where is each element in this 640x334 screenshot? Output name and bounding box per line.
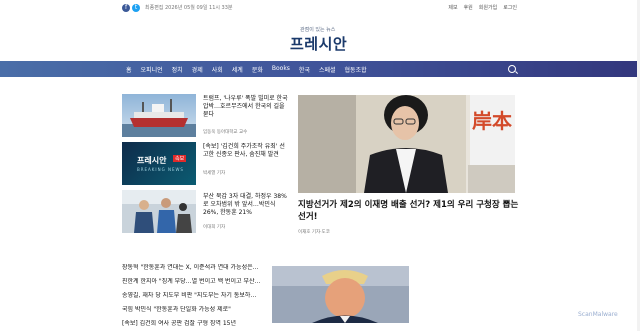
article-title[interactable]: [속보] '김건희 주가조작 유죄' 선고한 신종오 판사, 숨진채 발견 bbox=[203, 143, 288, 159]
nav-society[interactable]: 사회 bbox=[212, 65, 223, 74]
breaking-badge: 속보 bbox=[173, 155, 187, 162]
main-nav: 홈 오피니언 정치 경제 사회 세계 문화 Books 한국 스페셜 협동조합 bbox=[0, 61, 640, 77]
nav-books[interactable]: Books bbox=[272, 65, 290, 74]
list-item[interactable]: 장동혁 "한동훈과 연대는 X, 이준석과 연대 가능성은… bbox=[122, 264, 262, 271]
list-feature-image[interactable] bbox=[272, 266, 409, 323]
article-title[interactable]: 트럼프, '나우루' 폭발 빌미로 한국 압박…호르무즈에서 한국의 길을 묻다 bbox=[203, 95, 288, 119]
nav-culture[interactable]: 문화 bbox=[252, 65, 263, 74]
breaking-brand: 프레시안 bbox=[137, 156, 167, 165]
list-item[interactable]: 국힘 박민식 "한동훈과 단일화 가능성 제로" bbox=[122, 306, 262, 313]
logo-tagline: 관점이 있는 뉴스 bbox=[300, 27, 336, 33]
article-thumbnail-breaking[interactable]: 프레시안 속보 BREAKING NEWS bbox=[122, 142, 196, 185]
list-item[interactable]: 송영길, 재차 당 지도부 비판 "지도부는 자기 통보하… bbox=[122, 292, 262, 299]
search-icon[interactable] bbox=[508, 65, 516, 73]
article-author: 임동욱 동아대학교 교수 bbox=[203, 130, 248, 135]
twitter-icon[interactable]: t bbox=[132, 4, 140, 12]
hero-title[interactable]: 지방선거가 제2의 이재명 배출 선거? 제1의 우리 구청장 뽑는 선거! bbox=[298, 199, 520, 223]
article-thumbnail-ship[interactable] bbox=[122, 94, 196, 137]
nav-world[interactable]: 세계 bbox=[232, 65, 243, 74]
nav-economy[interactable]: 경제 bbox=[192, 65, 203, 74]
article-author: 이대희 기자 bbox=[203, 225, 226, 230]
article-author: 박세열 기자 bbox=[203, 171, 226, 176]
nav-politics[interactable]: 정치 bbox=[172, 65, 183, 74]
hero-image[interactable]: 岸本 bbox=[298, 95, 515, 193]
nav-korea[interactable]: 한국 bbox=[299, 65, 310, 74]
nav-opinion[interactable]: 오피니언 bbox=[141, 65, 163, 74]
nav-home[interactable]: 홈 bbox=[126, 65, 132, 74]
last-modified-text: 최종편집 2026년 05월 09일 11시 33분 bbox=[145, 5, 233, 11]
article-title[interactable]: 부산 북갑 3자 대결, 하정우 38%로 오차범위 밖 앞서…박민식 26%,… bbox=[203, 193, 288, 217]
breaking-sub: BREAKING NEWS bbox=[137, 167, 184, 172]
logo-text: 프레시안 bbox=[290, 35, 348, 53]
top-bar: f t 최종편집 2026년 05월 09일 11시 33분 제보 후원 회원가… bbox=[0, 0, 640, 16]
site-logo[interactable]: 관점이 있는 뉴스 프레시안 bbox=[290, 26, 350, 54]
nav-coop[interactable]: 협동조합 bbox=[345, 65, 367, 74]
headline-list: 장동혁 "한동훈과 연대는 X, 이준석과 연대 가능성은… 친한계 한지아 "… bbox=[122, 264, 262, 334]
nav-special[interactable]: 스페셜 bbox=[319, 65, 336, 74]
hero-author: 이재호 기자·도코 bbox=[298, 230, 330, 235]
watermark: ScanMalware bbox=[578, 311, 618, 318]
login-link[interactable]: 로그인 bbox=[503, 4, 517, 11]
signup-link[interactable]: 회원가입 bbox=[479, 4, 497, 11]
facebook-icon[interactable]: f bbox=[122, 4, 130, 12]
article-thumbnail-campaign[interactable] bbox=[122, 190, 196, 233]
list-item[interactable]: [속보] 김건희 여사 공판 검찰 구형 징역 15년 bbox=[122, 320, 262, 327]
util-links: 제보 후원 회원가입 로그인 bbox=[448, 4, 517, 11]
list-item[interactable]: 친한계 한지아 "징계 부당…열 번이고 백 번이고 부산… bbox=[122, 278, 262, 285]
donate-link[interactable]: 후원 bbox=[464, 4, 473, 11]
hero-sign-text: 岸本 bbox=[472, 109, 512, 133]
tip-link[interactable]: 제보 bbox=[448, 4, 457, 11]
